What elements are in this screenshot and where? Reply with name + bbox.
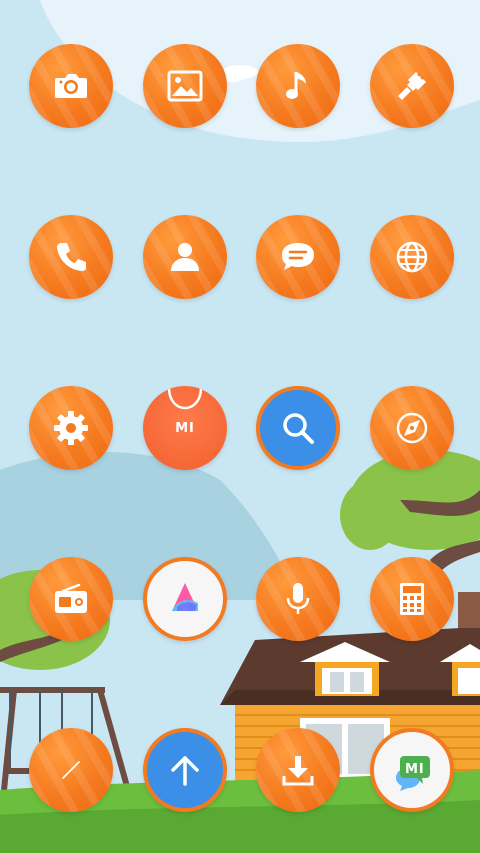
browser-globe-icon bbox=[396, 241, 428, 273]
compass-app-icon[interactable] bbox=[370, 386, 454, 470]
browser-app-icon[interactable] bbox=[370, 215, 454, 299]
calculator-app-icon[interactable] bbox=[370, 557, 454, 641]
themes-app-icon[interactable] bbox=[370, 44, 454, 128]
settings-gear-icon bbox=[54, 411, 88, 445]
downloads-icon bbox=[282, 756, 314, 786]
contacts-icon bbox=[171, 243, 199, 271]
app-vault-icon bbox=[172, 583, 198, 611]
camera-app-icon[interactable] bbox=[29, 44, 113, 128]
mi-store-app-icon[interactable]: MI bbox=[143, 386, 227, 470]
voice-recorder-app-icon[interactable] bbox=[256, 557, 340, 641]
mi-community-label: MI bbox=[405, 762, 425, 777]
compass-icon bbox=[396, 412, 428, 444]
settings-app-icon[interactable] bbox=[29, 386, 113, 470]
updater-arrow-icon bbox=[171, 756, 199, 786]
updater-app-icon[interactable] bbox=[143, 728, 227, 812]
messages-app-icon[interactable] bbox=[256, 215, 340, 299]
voice-recorder-icon bbox=[286, 583, 310, 614]
notes-app-icon[interactable] bbox=[29, 728, 113, 812]
contacts-app-icon[interactable] bbox=[143, 215, 227, 299]
calculator-icon bbox=[400, 583, 424, 615]
phone-app-icon[interactable] bbox=[29, 215, 113, 299]
gallery-app-icon[interactable] bbox=[143, 44, 227, 128]
mi-community-app-icon[interactable]: MI bbox=[370, 728, 454, 812]
fm-radio-app-icon[interactable] bbox=[29, 557, 113, 641]
fm-radio-icon bbox=[55, 583, 87, 613]
search-icon bbox=[283, 413, 314, 444]
music-app-icon[interactable] bbox=[256, 44, 340, 128]
music-icon bbox=[286, 72, 306, 99]
phone-icon bbox=[57, 243, 86, 271]
downloads-app-icon[interactable] bbox=[256, 728, 340, 812]
app-vault-app-icon[interactable] bbox=[143, 557, 227, 641]
notes-pen-icon bbox=[62, 761, 80, 779]
messages-icon bbox=[282, 243, 314, 270]
mi-store-label: MI bbox=[175, 420, 195, 436]
camera-icon bbox=[55, 74, 87, 98]
search-app-icon[interactable] bbox=[256, 386, 340, 470]
themes-brush-icon bbox=[398, 72, 426, 100]
gallery-icon bbox=[167, 70, 203, 102]
